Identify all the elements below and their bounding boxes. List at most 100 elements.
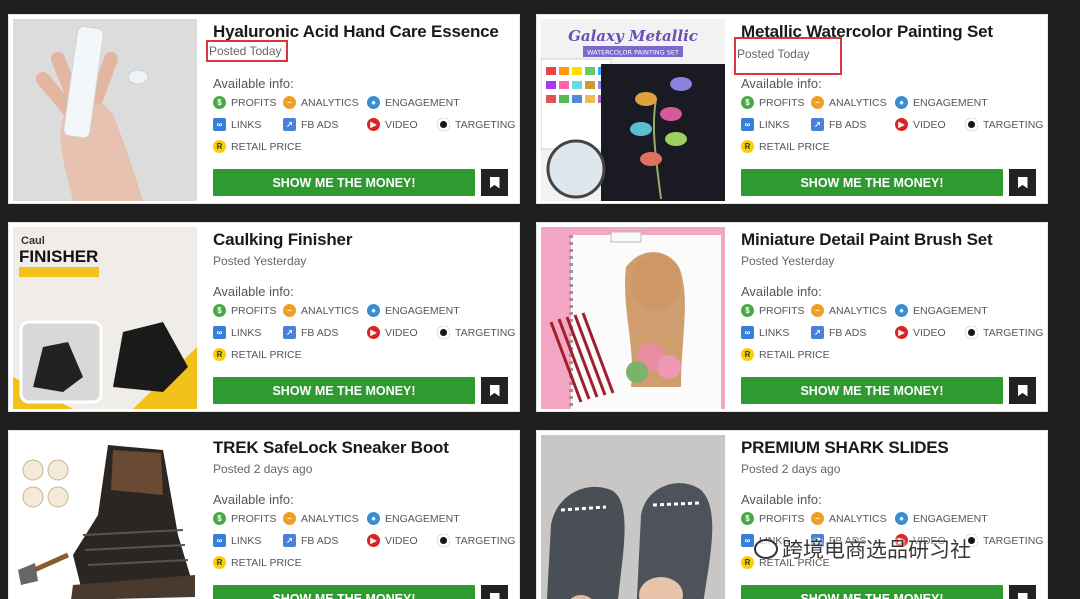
target-icon	[437, 326, 450, 339]
show-me-the-money-button[interactable]: SHOW ME THE MONEY!	[741, 377, 1003, 404]
link-icon: ∞	[741, 326, 754, 339]
chart-icon: ↗	[811, 118, 824, 131]
play-icon: ▶	[367, 118, 380, 131]
show-me-the-money-button[interactable]: SHOW ME THE MONEY!	[741, 169, 1003, 196]
user-icon: ●	[895, 512, 908, 525]
product-card: Galaxy Metallic WATERCOLOR PAINTING SET …	[536, 14, 1048, 204]
feature-row: $ PROFITS ~ ANALYTICS ● ENGAGEMENT	[213, 512, 477, 525]
posted-date: Posted 2 days ago	[741, 462, 841, 476]
feature-fb-ads: ↗ FB ADS	[811, 326, 895, 339]
image-text-caul: Caul	[21, 235, 45, 247]
analytics-icon: ~	[811, 96, 824, 109]
feature-links: ∞ LINKS	[213, 118, 283, 131]
feature-profits: $ PROFITS	[741, 304, 811, 317]
feature-profits: $ PROFITS	[741, 512, 811, 525]
user-icon: ●	[367, 512, 380, 525]
chart-icon: ↗	[283, 118, 296, 131]
retail-icon: R	[213, 348, 226, 361]
retail-icon: R	[741, 348, 754, 361]
product-info: PREMIUM SHARK SLIDES Posted 2 days ago A…	[741, 431, 1047, 599]
product-card: Miniature Detail Paint Brush Set Posted …	[536, 222, 1048, 412]
feature-row: $ PROFITS ~ ANALYTICS ● ENGAGEMENT	[741, 304, 1005, 317]
product-title[interactable]: Hyaluronic Acid Hand Care Essence	[213, 22, 499, 42]
bookmark-button[interactable]	[1009, 169, 1036, 196]
link-icon: ∞	[213, 118, 226, 131]
play-icon: ▶	[895, 118, 908, 131]
bookmark-icon	[489, 176, 500, 189]
feature-row: $ PROFITS ~ ANALYTICS ● ENGAGEMENT	[213, 304, 477, 317]
bookmark-button[interactable]	[1009, 377, 1036, 404]
product-card: TREK SafeLock Sneaker Boot Posted 2 days…	[8, 430, 520, 599]
product-info: Miniature Detail Paint Brush Set Posted …	[741, 223, 1047, 411]
feature-retail-price: R RETAIL PRICE	[213, 140, 302, 153]
feature-row: ∞ LINKS ↗ FB ADS ▶ VIDEO TARGETING	[213, 118, 515, 131]
bookmark-button[interactable]	[1009, 585, 1036, 599]
product-info: Metallic Watercolor Painting Set Posted …	[734, 15, 1047, 203]
link-icon: ∞	[213, 534, 226, 547]
feature-row: ∞ LINKS ↗ FB ADS ▶ VIDEO TARGETING	[741, 326, 1043, 339]
feature-targeting: TARGETING	[965, 118, 1043, 131]
chart-icon: ↗	[283, 534, 296, 547]
feature-engagement: ● ENGAGEMENT	[895, 96, 1005, 109]
dollar-icon: $	[741, 96, 754, 109]
product-title[interactable]: PREMIUM SHARK SLIDES	[741, 438, 949, 458]
analytics-icon: ~	[283, 304, 296, 317]
feature-fb-ads: ↗ FB ADS	[811, 118, 895, 131]
show-me-the-money-button[interactable]: SHOW ME THE MONEY!	[741, 585, 1003, 599]
product-title[interactable]: Caulking Finisher	[213, 230, 352, 250]
feature-row: $ PROFITS ~ ANALYTICS ● ENGAGEMENT	[741, 512, 1005, 525]
feature-targeting: TARGETING	[437, 326, 515, 339]
posted-date: Posted Today	[734, 37, 842, 75]
feature-targeting: TARGETING	[965, 534, 1043, 547]
feature-targeting: TARGETING	[437, 534, 515, 547]
dollar-icon: $	[213, 96, 226, 109]
available-info-label: Available info:	[213, 284, 294, 299]
product-image[interactable]: Galaxy Metallic WATERCOLOR PAINTING SET	[541, 19, 725, 201]
target-icon	[437, 534, 450, 547]
posted-date: Posted Today	[206, 40, 288, 62]
product-image[interactable]	[541, 435, 725, 599]
image-subtext: WATERCOLOR PAINTING SET	[587, 49, 679, 57]
product-info: Caulking Finisher Posted Yesterday Avail…	[213, 223, 519, 411]
feature-targeting: TARGETING	[437, 118, 515, 131]
feature-row: ∞ LINKS ↗ FB ADS ▶ VIDEO TARGETING	[213, 534, 515, 547]
feature-row: ∞ LINKS ↗ FB ADS ▶ VIDEO TARGETING	[213, 326, 515, 339]
feature-analytics: ~ ANALYTICS	[811, 304, 895, 317]
feature-links: ∞ LINKS	[741, 326, 811, 339]
available-info-label: Available info:	[741, 492, 822, 507]
bookmark-button[interactable]	[481, 377, 508, 404]
analytics-icon: ~	[811, 304, 824, 317]
watermark: 跨境电商选品研习社	[754, 534, 971, 564]
feature-analytics: ~ ANALYTICS	[283, 512, 367, 525]
link-icon: ∞	[213, 326, 226, 339]
bookmark-button[interactable]	[481, 169, 508, 196]
feature-fb-ads: ↗ FB ADS	[283, 534, 367, 547]
product-card: Caul FINISHER Caulking Finisher Posted Y…	[8, 222, 520, 412]
feature-row: R RETAIL PRICE	[213, 556, 302, 569]
feature-profits: $ PROFITS	[213, 512, 283, 525]
product-info: TREK SafeLock Sneaker Boot Posted 2 days…	[213, 431, 519, 599]
available-info-label: Available info:	[213, 492, 294, 507]
product-image[interactable]: Caul FINISHER	[13, 227, 197, 409]
show-me-the-money-button[interactable]: SHOW ME THE MONEY!	[213, 585, 475, 599]
bookmark-button[interactable]	[481, 585, 508, 599]
analytics-icon: ~	[811, 512, 824, 525]
bookmark-icon	[489, 384, 500, 397]
product-title[interactable]: Miniature Detail Paint Brush Set	[741, 230, 993, 250]
feature-profits: $ PROFITS	[741, 96, 811, 109]
target-icon	[965, 326, 978, 339]
feature-analytics: ~ ANALYTICS	[283, 96, 367, 109]
bookmark-icon	[1017, 592, 1028, 599]
product-image[interactable]	[13, 19, 197, 201]
show-me-the-money-button[interactable]: SHOW ME THE MONEY!	[213, 169, 475, 196]
available-info-label: Available info:	[741, 284, 822, 299]
product-image[interactable]	[541, 227, 725, 409]
wechat-icon	[754, 539, 778, 559]
feature-fb-ads: ↗ FB ADS	[283, 326, 367, 339]
product-image[interactable]	[13, 435, 197, 599]
feature-analytics: ~ ANALYTICS	[811, 512, 895, 525]
show-me-the-money-button[interactable]: SHOW ME THE MONEY!	[213, 377, 475, 404]
feature-links: ∞ LINKS	[213, 326, 283, 339]
feature-engagement: ● ENGAGEMENT	[367, 512, 477, 525]
product-title[interactable]: TREK SafeLock Sneaker Boot	[213, 438, 449, 458]
